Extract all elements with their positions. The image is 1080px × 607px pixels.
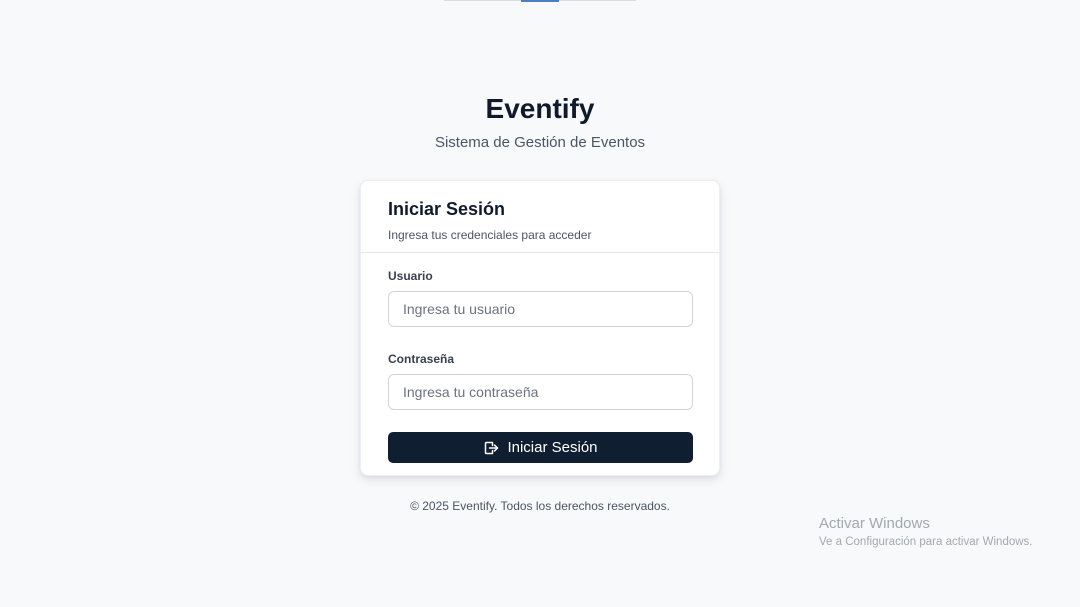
- login-card: Iniciar Sesión Ingresa tus credenciales …: [360, 180, 720, 476]
- app-title: Eventify: [485, 93, 595, 124]
- username-label: Usuario: [388, 269, 433, 283]
- login-card-description: Ingresa tus credenciales para acceder: [388, 228, 592, 242]
- password-input[interactable]: [388, 374, 693, 410]
- login-card-title: Iniciar Sesión: [388, 199, 506, 219]
- watermark-title: Activar Windows: [819, 515, 930, 532]
- login-card-header: Iniciar Sesión Ingresa tus credenciales …: [361, 181, 719, 253]
- brand-header: Eventify Sistema de Gestión de Eventos: [0, 90, 1080, 154]
- windows-activation-watermark: Activar Windows Ve a Configuración para …: [819, 514, 1033, 550]
- login-submit-button[interactable]: Iniciar Sesión: [388, 432, 693, 463]
- login-page: Eventify Sistema de Gestión de Eventos I…: [0, 0, 1080, 607]
- password-label: Contraseña: [388, 352, 455, 366]
- login-form: Usuario Contraseña Iniciar Sesión: [361, 253, 719, 463]
- username-input[interactable]: [388, 291, 693, 327]
- login-icon: [483, 440, 499, 456]
- login-submit-label: Iniciar Sesión: [507, 439, 598, 456]
- watermark-subtitle: Ve a Configuración para activar Windows.: [819, 536, 1033, 548]
- top-tab-indicator: [521, 0, 559, 2]
- app-subtitle: Sistema de Gestión de Eventos: [434, 134, 646, 151]
- copyright-footer: © 2025 Eventify. Todos los derechos rese…: [410, 499, 670, 513]
